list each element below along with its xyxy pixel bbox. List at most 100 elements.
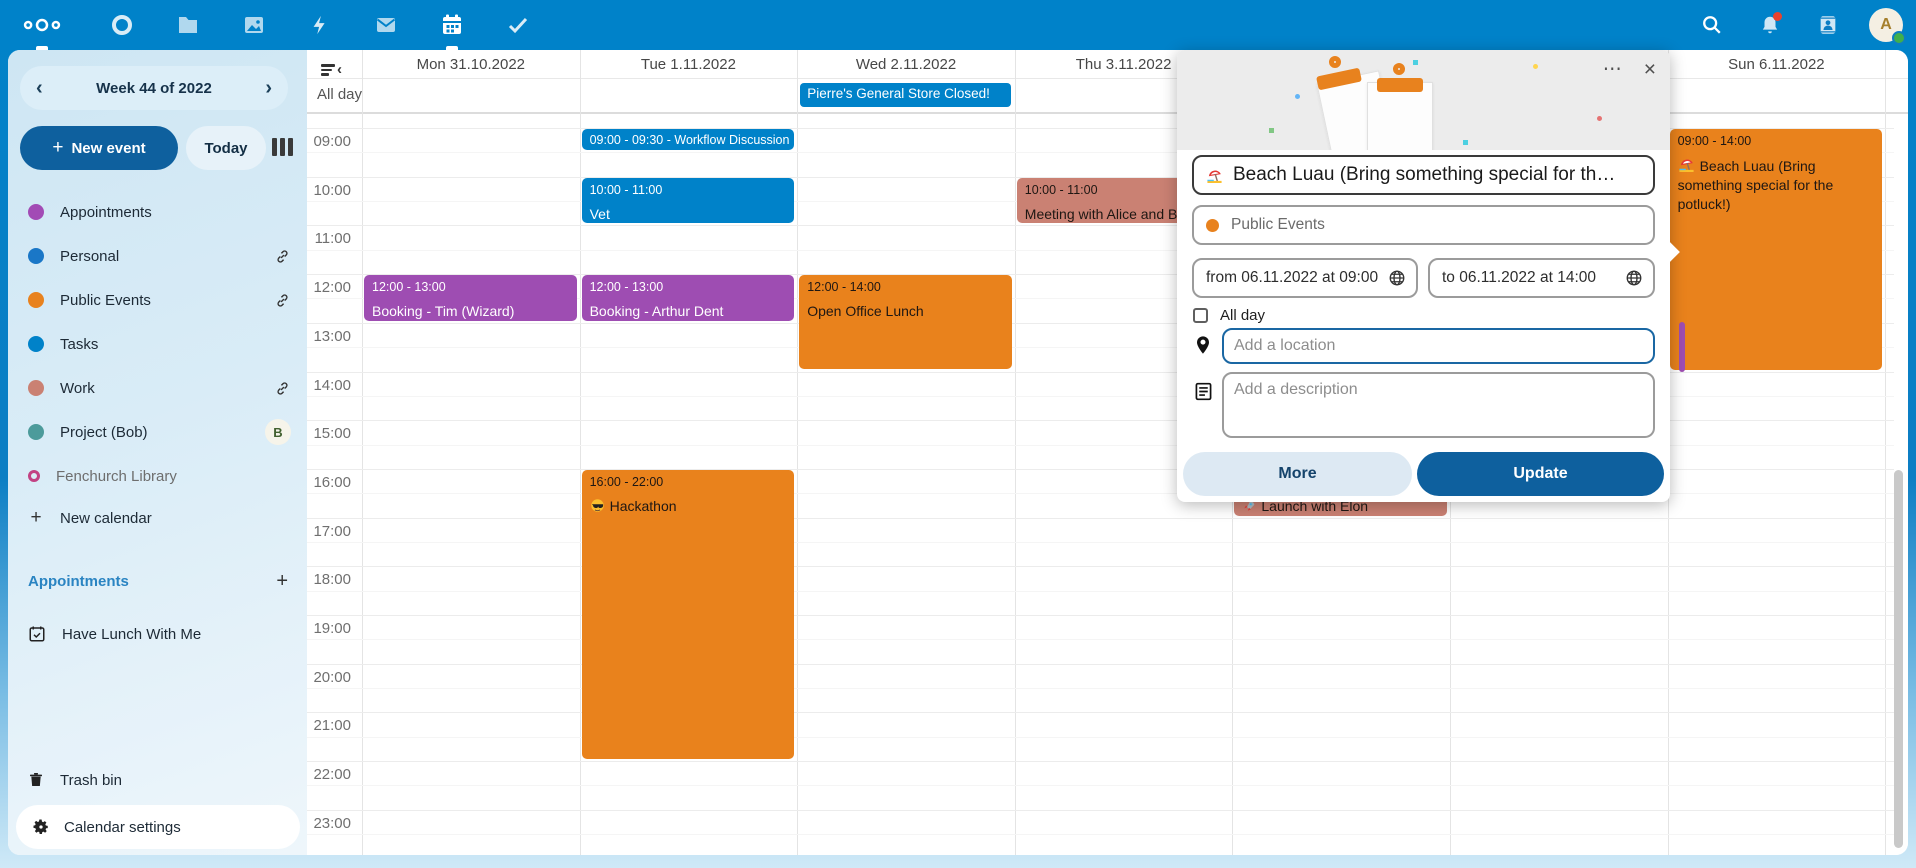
top-bar: A <box>0 0 1916 50</box>
timezone-globe-icon[interactable] <box>1625 269 1643 287</box>
week-title[interactable]: Week 44 of 2022 <box>96 80 212 97</box>
grid-line <box>307 761 1894 762</box>
prev-week-button[interactable]: ‹ <box>36 77 43 100</box>
calendar-name: Tasks <box>60 336 291 353</box>
hour-label: 10:00 <box>307 182 351 199</box>
sidebar-calendar-tasks[interactable]: Tasks <box>8 322 307 366</box>
share-link-icon[interactable] <box>274 248 291 265</box>
today-button[interactable]: Today <box>186 126 266 170</box>
notification-dot <box>1773 12 1782 21</box>
photos-app-icon[interactable] <box>234 0 274 50</box>
day-header[interactable]: Tue 1.11.2022 <box>641 56 736 73</box>
week-navigation: ‹ Week 44 of 2022 › <box>20 66 288 110</box>
grid-line <box>307 542 1894 543</box>
timezone-globe-icon[interactable] <box>1388 269 1406 287</box>
hour-label: 16:00 <box>307 474 351 491</box>
calendar-check-icon <box>28 625 46 643</box>
sidebar-calendar-work[interactable]: Work <box>8 366 307 410</box>
grid-line <box>1015 50 1016 855</box>
grid-line <box>307 737 1894 738</box>
add-appointment-button[interactable]: + <box>276 570 288 593</box>
notifications-bell-icon[interactable] <box>1750 0 1790 50</box>
sidebar-calendar-personal[interactable]: Personal <box>8 234 307 278</box>
mail-app-icon[interactable] <box>366 0 406 50</box>
sidebar-calendar-appointments[interactable]: Appointments <box>8 190 307 234</box>
trash-bin-button[interactable]: Trash bin <box>8 762 288 798</box>
grid-line <box>307 566 1894 567</box>
sidebar-calendar-project-bob-[interactable]: Project (Bob)B <box>8 410 307 454</box>
start-date-field[interactable]: from 06.11.2022 at 09:00 <box>1192 258 1418 298</box>
update-button[interactable]: Update <box>1417 452 1664 496</box>
status-online-dot <box>1892 31 1906 45</box>
day-header[interactable]: Wed 2.11.2022 <box>856 56 956 73</box>
allday-event[interactable]: Pierre's General Store Closed! <box>800 83 1011 107</box>
day-header[interactable]: Thu 3.11.2022 <box>1076 56 1172 73</box>
appointment-item[interactable]: Have Lunch With Me <box>8 616 288 652</box>
calendar-color-icon <box>28 336 44 352</box>
more-button[interactable]: More <box>1183 452 1412 496</box>
calendar-color-icon <box>28 380 44 396</box>
next-week-button[interactable]: › <box>265 77 272 100</box>
location-pin-icon <box>1195 335 1211 355</box>
sidebar-calendar-public-events[interactable]: Public Events <box>8 278 307 322</box>
partially-hidden-event[interactable] <box>1679 322 1685 372</box>
appointments-heading: Appointments <box>28 573 129 590</box>
popup-menu-button[interactable]: ⋯ <box>1603 58 1622 82</box>
contacts-app-icon[interactable] <box>102 0 142 50</box>
tasks-app-icon[interactable] <box>498 0 538 50</box>
calendar-app-icon[interactable] <box>432 0 472 50</box>
view-columns-icon[interactable] <box>272 138 293 156</box>
hour-label: 20:00 <box>307 669 351 686</box>
calendar-event[interactable]: 10:00 - 11:00Vet <box>582 178 795 224</box>
calendar-event[interactable]: 09:00 - 09:30 - Workflow Discussion <box>582 129 795 150</box>
calendar-settings-button[interactable]: Calendar settings <box>16 805 300 849</box>
calendar-event[interactable]: 16:00 - 22:00Hackathon <box>582 470 795 759</box>
avatar-letter: A <box>1880 16 1892 34</box>
event-editor-popup: ⋯ × Beach Luau (Bring something special … <box>1177 50 1670 502</box>
vertical-scrollbar[interactable] <box>1894 470 1903 848</box>
day-header[interactable]: Mon 31.10.2022 <box>417 56 525 73</box>
gear-icon <box>32 818 50 836</box>
location-input[interactable] <box>1222 328 1655 364</box>
calendar-event[interactable]: 12:00 - 13:00Booking - Arthur Dent <box>582 275 795 321</box>
grid-line <box>580 50 581 855</box>
plus-icon: + <box>52 137 63 159</box>
description-icon <box>1195 382 1212 401</box>
calendar-picker[interactable]: Public Events <box>1192 205 1655 245</box>
event-title: Hackathon <box>590 497 787 516</box>
new-event-button[interactable]: + New event <box>20 126 178 170</box>
calendar-event[interactable]: 12:00 - 13:00Booking - Tim (Wizard) <box>364 275 577 321</box>
calendar-list: AppointmentsPersonalPublic Events Tasks Wo… <box>8 190 307 498</box>
avatar[interactable]: A <box>1866 0 1906 50</box>
nextcloud-logo-icon[interactable] <box>22 0 62 50</box>
calendar-event[interactable]: 09:00 - 14:00Beach Luau (Bring something… <box>1670 129 1883 370</box>
hour-label: 17:00 <box>307 523 351 540</box>
search-icon[interactable] <box>1692 0 1732 50</box>
calendar-color-icon <box>28 470 40 482</box>
sidebar-calendar-fenchurch-library[interactable]: Fenchurch Library <box>8 454 307 498</box>
description-input[interactable] <box>1222 372 1655 438</box>
end-date-field[interactable]: to 06.11.2022 at 14:00 <box>1428 258 1655 298</box>
event-title: Booking - Arthur Dent <box>590 302 787 321</box>
allday-checkbox[interactable]: All day <box>1193 307 1265 324</box>
collapse-allday-icon[interactable]: ‹ <box>321 62 342 78</box>
new-calendar-button[interactable]: + New calendar <box>8 500 288 536</box>
hour-label: 15:00 <box>307 425 351 442</box>
appointments-section-header: Appointments + <box>28 570 288 593</box>
shared-by-badge[interactable]: B <box>265 419 291 445</box>
checkbox-box[interactable] <box>1193 308 1208 323</box>
grid-line <box>307 712 1894 713</box>
contacts-menu-icon[interactable] <box>1808 0 1848 50</box>
share-link-icon[interactable] <box>274 380 291 397</box>
day-header[interactable]: Sun 6.11.2022 <box>1728 56 1824 73</box>
share-link-icon[interactable] <box>274 292 291 309</box>
event-time: 10:00 - 11:00 <box>590 183 787 197</box>
popup-close-button[interactable]: × <box>1644 58 1656 82</box>
grid-line <box>307 591 1894 592</box>
activity-app-icon[interactable] <box>300 0 340 50</box>
event-time: 09:00 - 09:30 - Workflow Discussion <box>590 133 787 147</box>
event-title-input[interactable]: Beach Luau (Bring something special for … <box>1192 155 1655 195</box>
event-time: 12:00 - 13:00 <box>372 280 569 294</box>
files-app-icon[interactable] <box>168 0 208 50</box>
calendar-event[interactable]: 12:00 - 14:00Open Office Lunch <box>799 275 1012 369</box>
